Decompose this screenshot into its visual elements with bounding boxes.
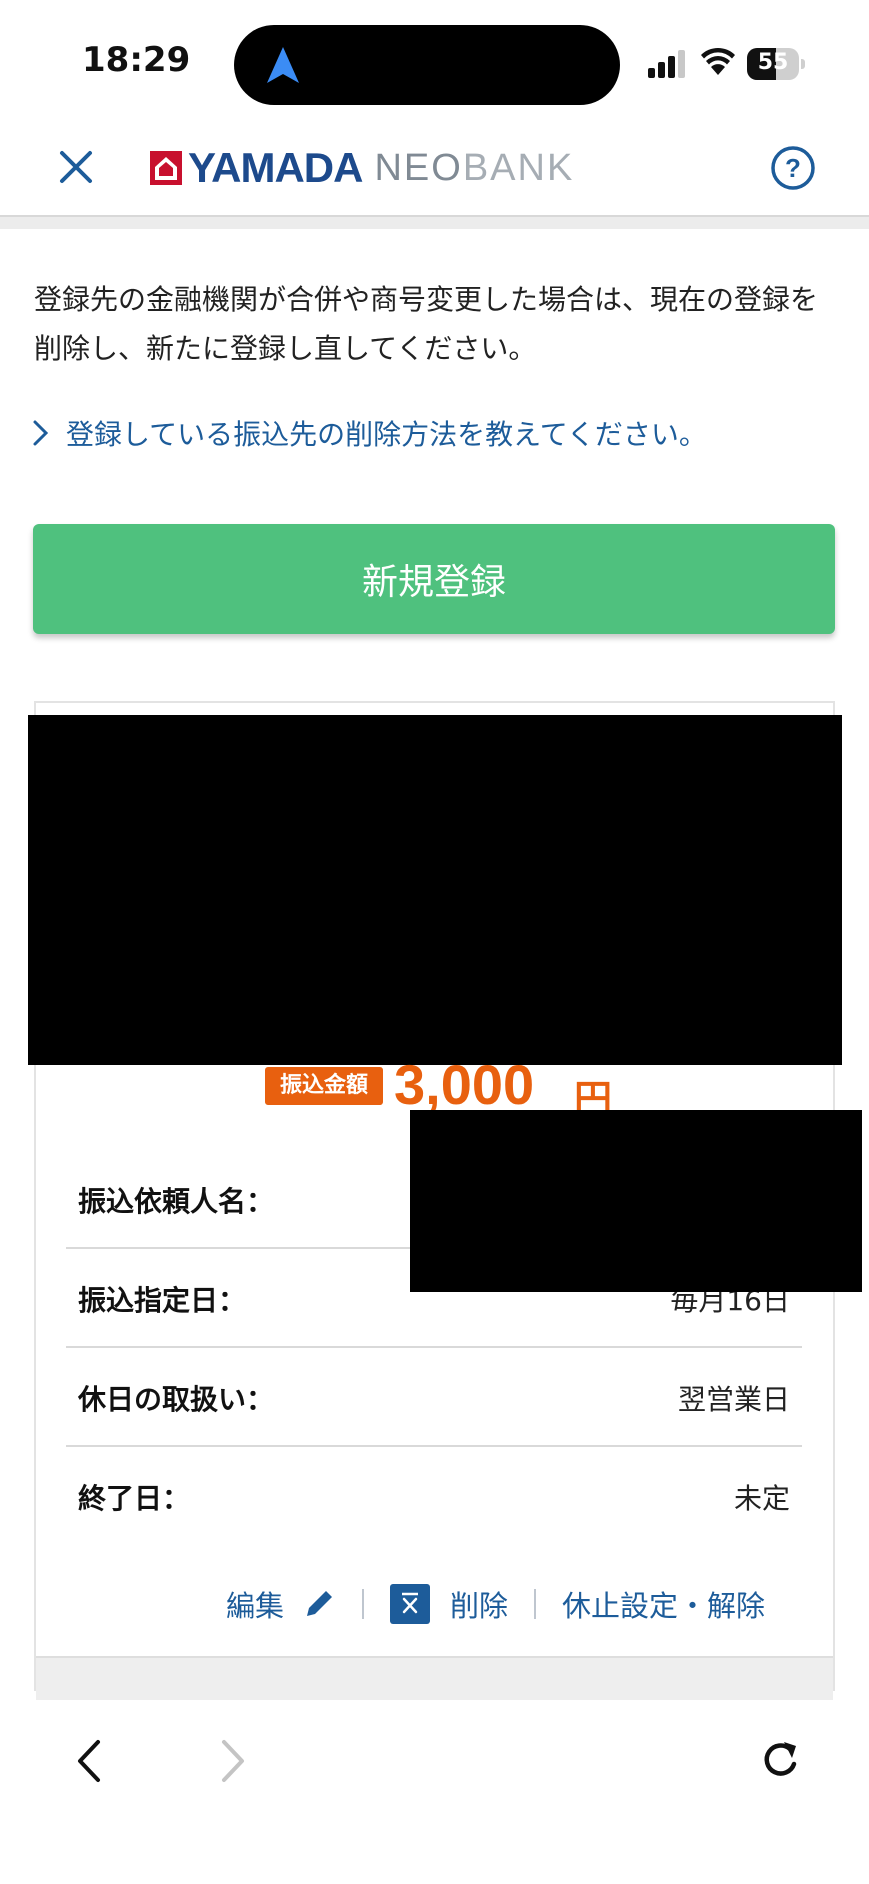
- svg-text:?: ?: [785, 153, 801, 183]
- edit-label: 編集: [226, 1589, 285, 1623]
- detail-label: 休日の取扱い：: [78, 1383, 275, 1416]
- delete-button[interactable]: 削除: [390, 1583, 508, 1625]
- screen: 18:29 55 YAMADA NEO BANK ? 登録先の金融機関が合併や商…: [0, 0, 869, 1884]
- detail-value: 未定: [733, 1482, 790, 1515]
- chevron-right-icon: [33, 420, 49, 446]
- battery-percent: 55: [757, 50, 789, 75]
- new-registration-button[interactable]: 新規登録: [33, 524, 835, 634]
- status-bar: 18:29 55: [0, 0, 869, 125]
- forward-icon[interactable]: [218, 1738, 248, 1784]
- detail-value: 翌営業日: [677, 1383, 790, 1416]
- redacted-area: [28, 715, 842, 1065]
- action-separator: [362, 1589, 365, 1619]
- logo-yamada-text: YAMADA: [188, 144, 363, 191]
- logo-neo-text: NEO: [374, 146, 463, 189]
- browser-toolbar: [0, 1700, 869, 1884]
- suspend-button[interactable]: 休止設定・解除: [562, 1583, 765, 1625]
- card-actions: 編集 削除 休止設定・解除: [226, 1580, 765, 1628]
- status-time: 18:29: [82, 40, 191, 80]
- action-separator: [534, 1589, 537, 1619]
- back-icon[interactable]: [74, 1738, 104, 1784]
- delete-label: 削除: [450, 1589, 509, 1623]
- yamada-logo-mark-icon: [150, 151, 182, 185]
- delete-icon: [390, 1584, 431, 1624]
- amount-value: 3,000: [394, 1053, 535, 1116]
- pencil-icon: [307, 1591, 333, 1616]
- logo-bank-text: BANK: [462, 146, 575, 189]
- amount-badge: 振込金額: [265, 1067, 383, 1105]
- navigation-arrow-icon: [267, 47, 299, 83]
- detail-row-end-date: 終了日： 未定: [66, 1447, 802, 1546]
- faq-link-text: 登録している振込先の削除方法を教えてください。: [66, 418, 707, 451]
- edit-button[interactable]: 編集: [226, 1583, 336, 1625]
- reload-icon[interactable]: [760, 1738, 802, 1782]
- notice-text: 登録先の金融機関が合併や商号変更した場合は、現在の登録を削除し、新たに登録し直し…: [34, 283, 819, 365]
- wifi-icon: [701, 47, 735, 75]
- dynamic-island: [234, 25, 620, 105]
- faq-delete-link[interactable]: 登録している振込先の削除方法を教えてください。: [30, 413, 707, 453]
- yamada-neobank-logo: YAMADA NEO BANK: [150, 144, 575, 191]
- cellular-signal-icon: [648, 50, 685, 78]
- battery-icon: 55: [747, 48, 805, 80]
- detail-label: 振込指定日：: [78, 1284, 247, 1317]
- card-footer: [36, 1656, 833, 1700]
- help-icon[interactable]: ?: [770, 145, 816, 191]
- redacted-area: [410, 1110, 862, 1292]
- close-icon[interactable]: [56, 147, 96, 187]
- header-divider: [0, 217, 869, 229]
- detail-row-holiday: 休日の取扱い： 翌営業日: [66, 1348, 802, 1447]
- detail-label: 振込依頼人名：: [78, 1185, 275, 1218]
- app-header: YAMADA NEO BANK ?: [0, 125, 869, 217]
- detail-label: 終了日：: [78, 1482, 191, 1515]
